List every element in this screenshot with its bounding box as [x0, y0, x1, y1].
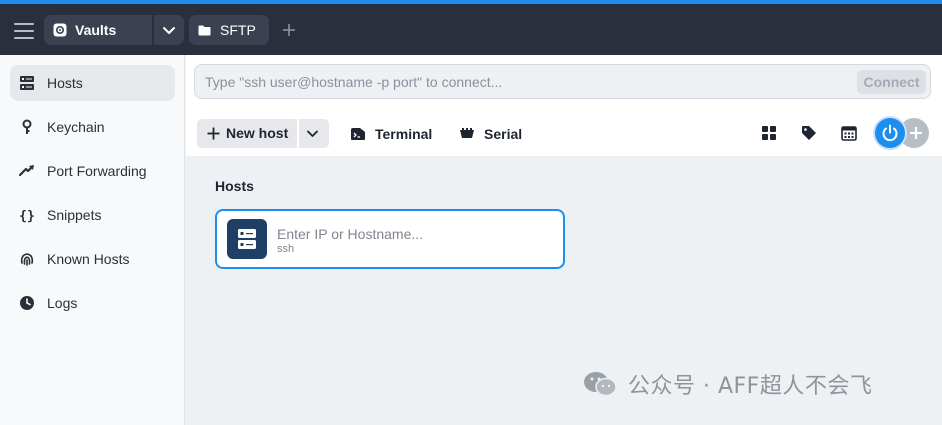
sidebar-item-label: Keychain [47, 119, 105, 135]
plus-icon [207, 127, 220, 140]
serial-port-icon [460, 127, 474, 138]
chevron-down-icon[interactable] [162, 23, 176, 37]
serial-label: Serial [484, 125, 523, 142]
sidebar-item-hosts[interactable]: Hosts [10, 65, 175, 101]
connect-button[interactable]: Connect [857, 70, 926, 94]
folder-icon [198, 25, 211, 35]
terminal-button[interactable]: Terminal [350, 119, 432, 148]
tag-icon[interactable] [801, 125, 817, 141]
watermark-text: 公众号 · AFF超人不会飞 [628, 374, 873, 399]
sidebar-item-label: Hosts [47, 75, 83, 91]
title-bar: Vaults SFTP [0, 4, 942, 55]
sidebar-item-snippets[interactable]: {} Snippets [10, 197, 175, 233]
power-icon [882, 124, 898, 142]
sidebar-item-label: Logs [47, 295, 78, 311]
terminal-icon [351, 127, 365, 140]
hostname-input[interactable] [277, 225, 547, 243]
vaults-divider [152, 15, 154, 45]
main-panel: Connect New host Terminal [186, 55, 942, 425]
host-avatar [227, 219, 267, 259]
quick-connect-bar: Connect [194, 64, 931, 99]
braces-icon: {} [19, 209, 35, 223]
vaults-tab[interactable]: Vaults [44, 15, 184, 45]
sidebar-item-logs[interactable]: Logs [10, 285, 175, 321]
grid-view-icon[interactable] [761, 125, 777, 141]
sidebar: Hosts Keychain Port Forwarding {} Snippe… [0, 55, 185, 425]
calendar-icon[interactable] [841, 125, 857, 141]
serial-button[interactable]: Serial [459, 119, 522, 148]
power-button[interactable] [875, 118, 905, 148]
sidebar-item-label: Port Forwarding [47, 163, 147, 179]
new-host-card[interactable]: ssh [215, 209, 565, 269]
sidebar-item-label: Snippets [47, 207, 102, 223]
host-protocol-label: ssh [277, 243, 295, 255]
plus-icon [910, 127, 922, 139]
terminal-label: Terminal [375, 125, 433, 142]
port-forward-icon [19, 165, 34, 177]
new-host-label: New host [226, 125, 289, 141]
new-host-divider [297, 119, 299, 148]
svg-text:{}: {} [19, 209, 35, 223]
sftp-label: SFTP [220, 22, 256, 38]
new-host-button[interactable]: New host [197, 119, 329, 148]
new-tab-plus-icon[interactable] [280, 21, 298, 39]
fingerprint-icon [20, 253, 34, 266]
vault-icon [53, 23, 67, 37]
menu-icon[interactable] [14, 23, 34, 39]
quick-connect-input[interactable] [205, 72, 835, 92]
sidebar-item-keychain[interactable]: Keychain [10, 109, 175, 145]
wechat-icon [584, 372, 617, 397]
sidebar-item-label: Known Hosts [47, 251, 130, 267]
key-icon [22, 119, 32, 134]
chevron-down-icon[interactable] [306, 127, 319, 140]
sidebar-item-port-forwarding[interactable]: Port Forwarding [10, 153, 175, 189]
clock-icon [20, 296, 34, 310]
hosts-section-title: Hosts [215, 178, 254, 194]
sftp-tab[interactable]: SFTP [189, 15, 269, 45]
sidebar-item-known-hosts[interactable]: Known Hosts [10, 241, 175, 277]
main-header: Connect New host Terminal [186, 55, 942, 156]
server-icon [238, 229, 256, 249]
server-icon [20, 76, 34, 90]
watermark: 公众号 · AFF超人不会飞 [582, 368, 872, 400]
vaults-label: Vaults [75, 22, 117, 38]
